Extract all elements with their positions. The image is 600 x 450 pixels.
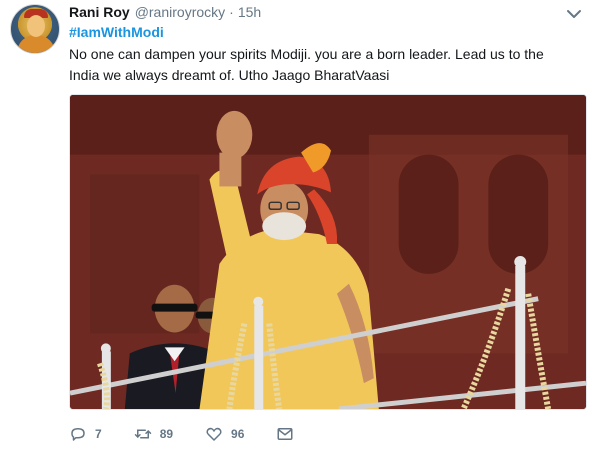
- retweet-icon: [134, 429, 151, 439]
- reply-icon: [71, 428, 85, 441]
- tweet-timestamp[interactable]: 15h: [238, 4, 261, 20]
- tweet-card: Rani Roy @raniroyrocky · 15h #IamWithMod…: [0, 0, 600, 450]
- reply-button[interactable]: 7: [69, 425, 102, 443]
- tweet-text: No one can dampen your spirits Modiji. y…: [69, 46, 544, 83]
- tweet-actions: 7 89 96: [69, 424, 326, 444]
- envelope-icon: [277, 428, 293, 440]
- retweet-count: 89: [159, 427, 174, 441]
- tweet-hashtag-link[interactable]: #IamWithModi: [69, 24, 164, 40]
- photo-illustration: [70, 95, 586, 409]
- tweet-header: Rani Roy @raniroyrocky · 15h: [69, 4, 261, 22]
- retweet-button[interactable]: 89: [134, 425, 173, 443]
- tweet-photo[interactable]: [69, 94, 587, 410]
- direct-message-button[interactable]: [276, 425, 294, 443]
- reply-count: 7: [95, 427, 102, 441]
- heart-icon: [206, 427, 222, 441]
- like-count: 96: [231, 427, 245, 441]
- avatar-face-shape: [27, 15, 45, 37]
- avatar-robe-shape: [17, 35, 55, 53]
- chevron-down-icon[interactable]: [566, 8, 582, 20]
- author-avatar[interactable]: [10, 4, 60, 54]
- header-separator: ·: [229, 4, 234, 20]
- author-handle[interactable]: @raniroyrocky: [135, 4, 225, 20]
- author-name[interactable]: Rani Roy: [69, 4, 130, 20]
- like-button[interactable]: 96: [205, 425, 244, 443]
